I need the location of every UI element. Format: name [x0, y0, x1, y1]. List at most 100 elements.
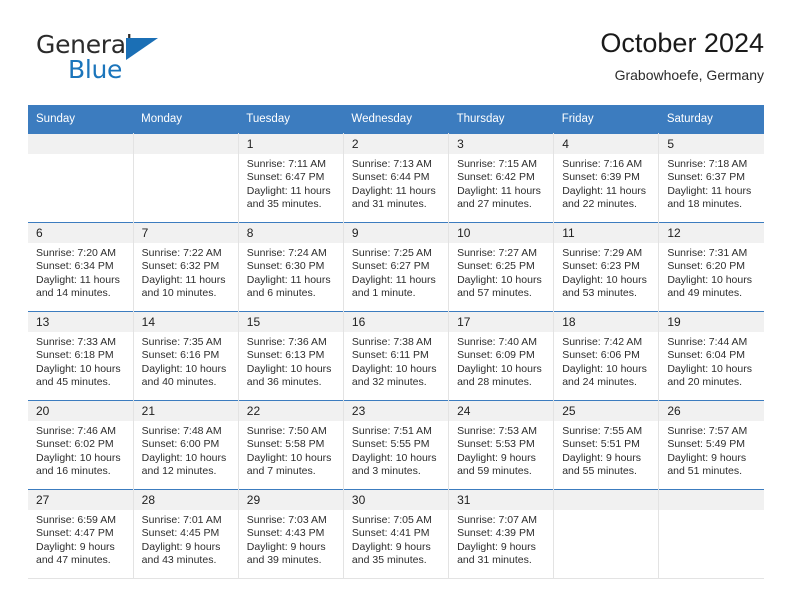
- calendar-day-cell[interactable]: 31 Sunrise: 7:07 AM Sunset: 4:39 PM Dayligh…: [448, 489, 555, 579]
- daylight-duration-line2: and 55 minutes.: [562, 465, 637, 478]
- calendar-day-cell[interactable]: 29 Sunrise: 7:03 AM Sunset: 4:43 PM Dayligh…: [238, 489, 344, 579]
- calendar-day-cell[interactable]: 28 Sunrise: 7:01 AM Sunset: 4:45 PM Dayligh…: [133, 489, 239, 579]
- day-cell-inner: 8 Sunrise: 7:24 AM Sunset: 6:30 PM Daylight…: [238, 223, 343, 311]
- daylight-duration-line2: and 10 minutes.: [141, 287, 217, 300]
- daylight-duration-line2: and 35 minutes.: [246, 198, 322, 211]
- calendar-day-cell[interactable]: 22 Sunrise: 7:50 AM Sunset: 5:58 PM Dayligh…: [238, 400, 344, 490]
- calendar-day-cell[interactable]: 16 Sunrise: 7:38 AM Sunset: 6:11 PM Dayligh…: [343, 311, 450, 401]
- sunset-time: Sunset: 4:47 PM: [36, 527, 114, 540]
- sunset-time: Sunset: 4:41 PM: [351, 527, 430, 540]
- calendar-day-cell[interactable]: 9 Sunrise: 7:25 AM Sunset: 6:27 PM Daylight…: [343, 222, 450, 312]
- daylight-duration-line2: and 27 minutes.: [457, 198, 532, 211]
- daylight-duration-line1: Daylight: 10 hours: [351, 451, 437, 464]
- daylight-duration-line2: and 7 minutes.: [246, 465, 316, 478]
- calendar-day-cell[interactable]: 11 Sunrise: 7:29 AM Sunset: 6:23 PM Dayligh…: [553, 222, 660, 312]
- day-cell-inner: 10 Sunrise: 7:27 AM Sunset: 6:25 PM Dayligh…: [449, 223, 554, 311]
- sunrise-time: Sunrise: 7:38 AM: [351, 336, 432, 348]
- day-details: Sunrise: 6:59 AM Sunset: 4:47 PM Daylight:…: [28, 510, 133, 568]
- sunset-time: Sunset: 4:45 PM: [141, 527, 220, 540]
- sunset-time: Sunset: 5:53 PM: [457, 438, 535, 451]
- calendar-day-cell[interactable]: 26 Sunrise: 7:57 AM Sunset: 5:49 PM Dayligh…: [658, 400, 764, 490]
- sunset-time: Sunset: 6:23 PM: [562, 260, 640, 273]
- daylight-duration-line1: Daylight: 9 hours: [457, 540, 536, 553]
- calendar-week-row: 1 Sunrise: 7:11 AM Sunset: 6:47 PM Daylight…: [28, 133, 764, 223]
- daylight-duration-line2: and 28 minutes.: [457, 376, 532, 389]
- sunset-time: Sunset: 6:04 PM: [667, 349, 745, 362]
- calendar-day-cell[interactable]: 17 Sunrise: 7:40 AM Sunset: 6:09 PM Dayligh…: [448, 311, 555, 401]
- calendar-day-cell[interactable]: 7 Sunrise: 7:22 AM Sunset: 6:32 PM Daylight…: [133, 222, 239, 312]
- calendar-week-row: 6 Sunrise: 7:20 AM Sunset: 6:34 PM Daylight…: [28, 222, 764, 312]
- calendar-day-cell[interactable]: 6 Sunrise: 7:20 AM Sunset: 6:34 PM Daylight…: [28, 222, 134, 312]
- day-details: Sunrise: 7:42 AM Sunset: 6:06 PM Daylight:…: [554, 332, 658, 390]
- calendar-day-cell[interactable]: 21 Sunrise: 7:48 AM Sunset: 6:00 PM Dayligh…: [133, 400, 239, 490]
- sunset-time: Sunset: 4:43 PM: [246, 527, 325, 540]
- daylight-duration-line1: Daylight: 10 hours: [562, 273, 647, 286]
- day-details: Sunrise: 7:53 AM Sunset: 5:53 PM Daylight:…: [449, 421, 553, 479]
- day-cell-inner: [659, 490, 764, 578]
- day-cell-inner: 1 Sunrise: 7:11 AM Sunset: 6:47 PM Daylight…: [238, 134, 343, 222]
- calendar-day-cell[interactable]: 4 Sunrise: 7:16 AM Sunset: 6:39 PM Daylight…: [553, 133, 660, 223]
- day-number: 12: [659, 223, 764, 243]
- calendar-day-cell[interactable]: 10 Sunrise: 7:27 AM Sunset: 6:25 PM Dayligh…: [448, 222, 555, 312]
- day-cell-inner: 17 Sunrise: 7:40 AM Sunset: 6:09 PM Dayligh…: [449, 312, 554, 400]
- day-number: 30: [343, 490, 449, 510]
- day-details: Sunrise: 7:46 AM Sunset: 6:02 PM Daylight:…: [28, 421, 133, 479]
- day-number: 31: [449, 490, 554, 510]
- daylight-duration-line1: Daylight: 11 hours: [457, 184, 541, 197]
- calendar-day-cell[interactable]: 5 Sunrise: 7:18 AM Sunset: 6:37 PM Daylight…: [658, 133, 764, 223]
- sunrise-time: Sunrise: 7:27 AM: [457, 247, 538, 259]
- day-cell-inner: [554, 490, 659, 578]
- sunset-time: Sunset: 6:00 PM: [141, 438, 220, 451]
- sunset-time: Sunset: 6:16 PM: [141, 349, 220, 362]
- calendar-day-cell[interactable]: 23 Sunrise: 7:51 AM Sunset: 5:55 PM Dayligh…: [343, 400, 450, 490]
- calendar-day-cell[interactable]: 15 Sunrise: 7:36 AM Sunset: 6:13 PM Dayligh…: [238, 311, 344, 401]
- calendar-page: General Blue October 2024 Grabowhoefe, G…: [0, 0, 792, 612]
- weekday-header-thursday: Thursday: [448, 105, 554, 134]
- sunrise-time: Sunrise: 7:20 AM: [36, 247, 116, 259]
- weekday-header-friday: Friday: [553, 105, 659, 134]
- daylight-duration-line1: Daylight: 9 hours: [457, 451, 536, 464]
- sunset-time: Sunset: 6:09 PM: [457, 349, 535, 362]
- daylight-duration-line2: and 36 minutes.: [246, 376, 322, 389]
- daylight-duration-line2: and 12 minutes.: [141, 465, 217, 478]
- calendar-day-cell[interactable]: 14 Sunrise: 7:35 AM Sunset: 6:16 PM Dayligh…: [133, 311, 239, 401]
- day-cell-inner: 25 Sunrise: 7:55 AM Sunset: 5:51 PM Dayligh…: [554, 401, 659, 489]
- day-cell-inner: [28, 134, 133, 222]
- day-number: 2: [343, 134, 449, 154]
- day-cell-inner: 27 Sunrise: 6:59 AM Sunset: 4:47 PM Dayligh…: [28, 490, 133, 578]
- calendar-day-cell[interactable]: 27 Sunrise: 6:59 AM Sunset: 4:47 PM Dayligh…: [28, 489, 134, 579]
- calendar-day-cell[interactable]: 12 Sunrise: 7:31 AM Sunset: 6:20 PM Dayligh…: [658, 222, 764, 312]
- sunrise-time: Sunrise: 7:03 AM: [246, 514, 327, 526]
- calendar-day-cell[interactable]: 1 Sunrise: 7:11 AM Sunset: 6:47 PM Daylight…: [238, 133, 344, 223]
- day-cell-inner: 29 Sunrise: 7:03 AM Sunset: 4:43 PM Dayligh…: [238, 490, 343, 578]
- calendar-day-cell[interactable]: 19 Sunrise: 7:44 AM Sunset: 6:04 PM Dayligh…: [658, 311, 764, 401]
- sunrise-time: Sunrise: 7:33 AM: [36, 336, 116, 348]
- sunset-time: Sunset: 6:06 PM: [562, 349, 640, 362]
- day-number: [659, 490, 764, 510]
- daylight-duration-line1: Daylight: 10 hours: [667, 273, 752, 286]
- calendar-day-cell[interactable]: 3 Sunrise: 7:15 AM Sunset: 6:42 PM Daylight…: [448, 133, 555, 223]
- daylight-duration-line1: Daylight: 11 hours: [667, 184, 752, 197]
- logo-text-blue: Blue: [68, 55, 123, 84]
- calendar-day-cell[interactable]: 18 Sunrise: 7:42 AM Sunset: 6:06 PM Dayligh…: [553, 311, 660, 401]
- calendar-day-cell[interactable]: 30 Sunrise: 7:05 AM Sunset: 4:41 PM Dayligh…: [343, 489, 450, 579]
- title-block: October 2024 Grabowhoefe, Germany: [600, 26, 764, 84]
- calendar-day-cell[interactable]: 2 Sunrise: 7:13 AM Sunset: 6:44 PM Daylight…: [343, 133, 450, 223]
- general-blue-logo[interactable]: General Blue: [36, 30, 186, 88]
- calendar-day-cell[interactable]: 24 Sunrise: 7:53 AM Sunset: 5:53 PM Dayligh…: [448, 400, 555, 490]
- calendar-day-cell[interactable]: 25 Sunrise: 7:55 AM Sunset: 5:51 PM Dayligh…: [553, 400, 660, 490]
- calendar-body: 1 Sunrise: 7:11 AM Sunset: 6:47 PM Daylight…: [28, 133, 764, 579]
- calendar-day-cell[interactable]: 13 Sunrise: 7:33 AM Sunset: 6:18 PM Dayligh…: [28, 311, 134, 401]
- sunrise-time: Sunrise: 7:42 AM: [562, 336, 643, 348]
- calendar-day-cell[interactable]: 8 Sunrise: 7:24 AM Sunset: 6:30 PM Daylight…: [238, 222, 344, 312]
- calendar-day-cell[interactable]: 20 Sunrise: 7:46 AM Sunset: 6:02 PM Dayligh…: [28, 400, 134, 490]
- day-number: [554, 490, 659, 510]
- daylight-duration-line2: and 47 minutes.: [36, 554, 111, 567]
- daylight-duration-line2: and 53 minutes.: [562, 287, 637, 300]
- day-details: Sunrise: 7:29 AM Sunset: 6:23 PM Daylight:…: [554, 243, 658, 301]
- day-cell-inner: 24 Sunrise: 7:53 AM Sunset: 5:53 PM Dayligh…: [449, 401, 554, 489]
- day-number: 4: [554, 134, 659, 154]
- day-cell-inner: 28 Sunrise: 7:01 AM Sunset: 4:45 PM Dayligh…: [133, 490, 238, 578]
- day-number: 7: [133, 223, 238, 243]
- sunrise-time: Sunrise: 7:01 AM: [141, 514, 222, 526]
